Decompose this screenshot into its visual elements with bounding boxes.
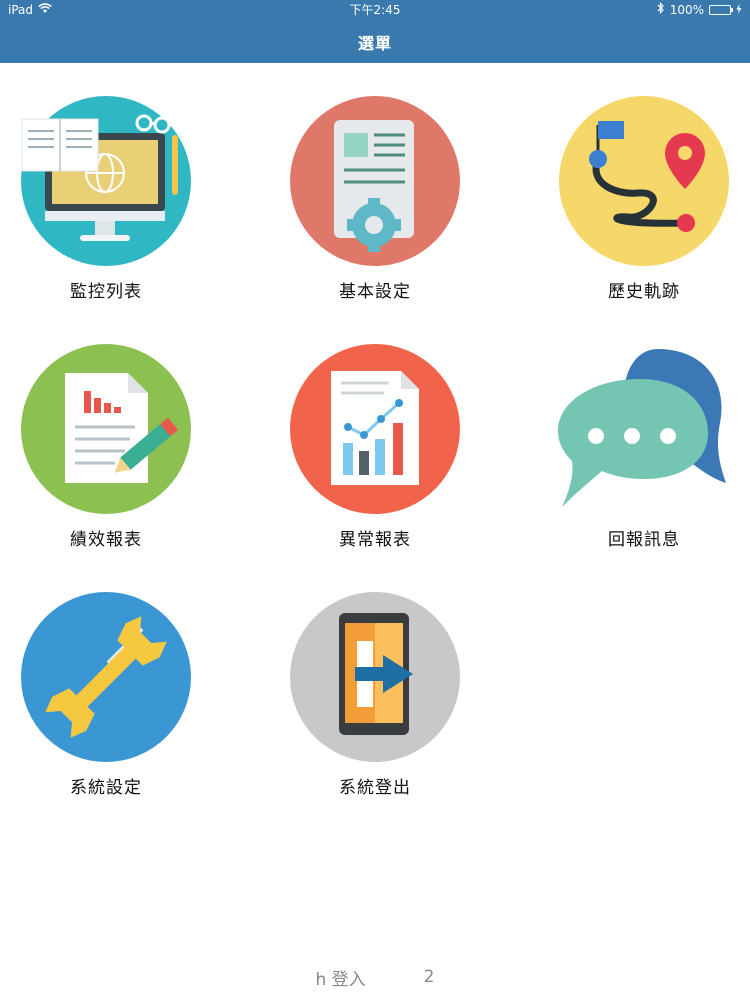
menu-item-system-settings[interactable]: 系統設定 <box>20 591 192 811</box>
login-text[interactable]: h 登入 <box>315 965 365 990</box>
menu-item-report-message[interactable]: 回報訊息 <box>558 343 730 563</box>
menu-item-label: 系統登出 <box>339 778 411 798</box>
menu-item-label: 系統設定 <box>70 778 142 798</box>
status-time: 下午2:45 <box>349 3 401 17</box>
battery-percent: 100% <box>669 3 704 17</box>
menu-item-label: 監控列表 <box>70 282 142 302</box>
basic-settings-icon <box>290 96 460 266</box>
menu-item-anomaly-report[interactable]: 異常報表 <box>289 343 461 563</box>
anomaly-report-icon <box>290 344 460 514</box>
status-bar: iPad 下午2:45 100% <box>0 0 750 20</box>
footer-number: 2 <box>423 967 435 987</box>
battery-icon <box>709 5 733 15</box>
menu-item-history-route[interactable]: 歷史軌跡 <box>558 95 730 315</box>
menu-item-label: 歷史軌跡 <box>608 282 680 302</box>
monitor-list-icon <box>21 96 191 266</box>
bluetooth-icon <box>657 0 665 20</box>
page-title: 選單 <box>357 34 392 53</box>
chat-bubble-icon <box>558 349 726 507</box>
logout-icon <box>290 592 460 762</box>
menu-item-performance-report[interactable]: 績效報表 <box>20 343 192 563</box>
tools-icon <box>21 592 191 762</box>
charging-icon <box>736 0 742 20</box>
menu-item-label: 回報訊息 <box>608 530 680 550</box>
menu-item-logout[interactable]: 系統登出 <box>289 591 461 811</box>
history-route-icon <box>559 96 729 266</box>
performance-report-icon <box>21 344 191 514</box>
menu-item-monitor-list[interactable]: 監控列表 <box>20 95 192 315</box>
menu-item-label: 異常報表 <box>339 530 411 550</box>
footer: h 登入 2 <box>0 962 750 992</box>
navigation-bar: iPad 下午2:45 100% 選單 <box>0 0 750 63</box>
menu-item-label: 績效報表 <box>70 530 142 550</box>
menu-item-basic-settings[interactable]: 基本設定 <box>289 95 461 315</box>
menu-item-label: 基本設定 <box>339 282 411 302</box>
